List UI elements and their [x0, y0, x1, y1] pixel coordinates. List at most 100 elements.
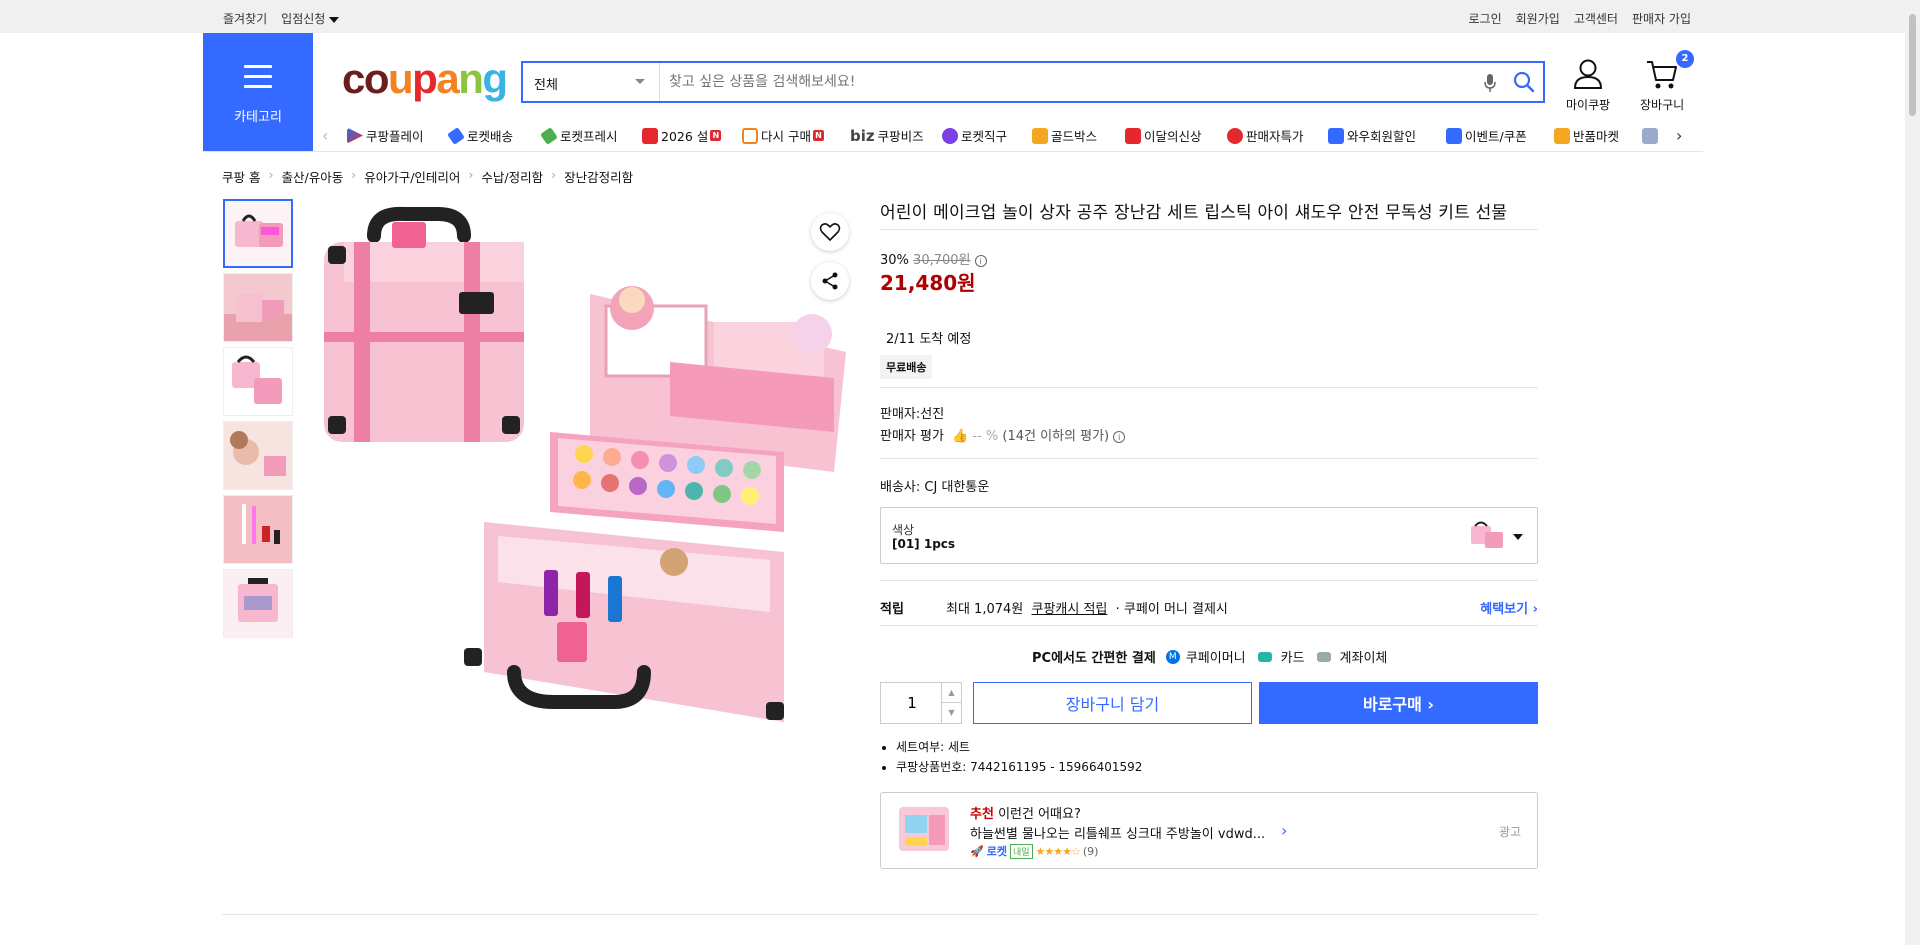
play-icon — [347, 127, 363, 144]
free-shipping-badge: 무료배송 — [880, 355, 933, 379]
info-icon[interactable]: i — [974, 255, 987, 267]
shortcut-label: 이달의신상 — [1144, 129, 1202, 144]
login-link[interactable]: 로그인 — [1469, 10, 1502, 27]
shortcut-rocket-fresh[interactable]: 로켓프레시 — [540, 126, 618, 145]
seller-signup-link[interactable]: 판매자 가입 — [1632, 10, 1691, 27]
breadcrumb: 쿠팡 홈 › 출산/유아동 › 유아가구/인테리어 › 수납/정리함 › 장난감정리함 — [222, 167, 633, 186]
shopping-bag-icon — [1125, 127, 1141, 144]
option-label: 색상 — [892, 523, 915, 537]
reward-condition: · 쿠페이 머니 결제시 — [1115, 602, 1228, 617]
shortcut-event-coupon[interactable]: 이벤트/쿠폰 — [1446, 126, 1527, 145]
search-icon[interactable] — [1513, 71, 1535, 93]
rocket-icon — [447, 126, 465, 145]
shortcut-coupangplay[interactable]: 쿠팡플레이 — [347, 126, 424, 145]
payment-title: PC에서도 간편한 결제 — [1032, 651, 1156, 666]
coupang-logo[interactable]: coupang — [342, 55, 508, 103]
cart-button[interactable]: 2 장바구니 — [1640, 50, 1694, 113]
thumbnail-5[interactable] — [223, 495, 293, 564]
shortcut-coupang-biz[interactable]: biz 쿠팡비즈 — [850, 126, 924, 145]
benefits-label: 혜택보기 — [1480, 602, 1529, 617]
category-menu-button[interactable]: 카테고리 — [203, 33, 313, 151]
benefits-link[interactable]: 혜택보기 › — [1480, 598, 1538, 617]
star-rating: ★★★★☆ — [1035, 844, 1081, 858]
page-scrollbar[interactable] — [1905, 0, 1920, 945]
quantity-decrease-button[interactable]: ▼ — [941, 703, 961, 723]
recommend-product-image — [899, 807, 949, 851]
nav-divider — [203, 151, 1703, 152]
search-category-select[interactable]: 전체 — [523, 63, 660, 101]
globe-rocket-icon — [942, 127, 958, 144]
shortcut-next-icon[interactable]: › — [1676, 126, 1682, 145]
shortcut-rocket-direct[interactable]: 로켓직구 — [942, 126, 1007, 145]
microphone-icon[interactable] — [1483, 73, 1497, 93]
home-icon — [742, 127, 758, 144]
shortcut-rocket-delivery[interactable]: 로켓배송 — [447, 126, 514, 145]
divider — [880, 625, 1538, 626]
bookmark-link[interactable]: 즐겨찾기 — [223, 10, 267, 27]
buy-now-label: 바로구매 — [1362, 695, 1422, 714]
divider — [880, 229, 1538, 230]
thumbnail-3[interactable] — [223, 347, 293, 416]
thumbnail-4[interactable] — [223, 421, 293, 490]
spec-item: 세트여부: 세트 — [896, 738, 1142, 755]
shortcut-seller-deal[interactable]: 판매자특가 — [1227, 126, 1304, 145]
seller-name[interactable]: 선진 — [920, 407, 944, 422]
thumbnail-1[interactable] — [223, 199, 293, 268]
shipper-row: 배송사: CJ 대한통운 — [880, 476, 1538, 495]
thumbnail-list — [223, 199, 293, 643]
breadcrumb-home[interactable]: 쿠팡 홈 — [222, 167, 260, 186]
tomorrow-badge: 내일 — [1009, 843, 1033, 859]
signup-link[interactable]: 회원가입 — [1516, 10, 1560, 27]
card-icon — [1257, 651, 1272, 662]
shortcut-goldbox[interactable]: 골드박스 — [1032, 126, 1097, 145]
shortcut-wow-discount[interactable]: 와우회원할인 — [1328, 126, 1416, 145]
shortcut-label: 로켓배송 — [467, 129, 514, 144]
shortcut-prev-icon[interactable]: ‹ — [322, 126, 328, 145]
heart-icon — [819, 223, 841, 241]
add-to-cart-button[interactable]: 장바구니 담기 — [973, 682, 1252, 724]
recommend-heading-red: 추천 — [970, 807, 994, 822]
chevron-right-icon[interactable]: › — [1281, 821, 1287, 840]
seller-rating-value: -- % — [972, 429, 999, 444]
seller-apply-link[interactable]: 입점신청 — [281, 10, 340, 27]
shortcut-rebuy[interactable]: 다시 구매 N — [742, 126, 824, 145]
quantity-increase-button[interactable]: ▲ — [941, 683, 961, 703]
new-badge: N — [812, 130, 824, 141]
breadcrumb-item[interactable]: 수납/정리함 — [481, 167, 543, 186]
shortcut-lunar-new-year[interactable]: 2026 설N — [642, 126, 722, 145]
breadcrumb-item[interactable]: 출산/유아동 — [281, 167, 343, 186]
quantity-input[interactable] — [881, 683, 943, 723]
wishlist-button[interactable] — [811, 213, 849, 251]
fresh-rocket-icon — [540, 126, 558, 145]
scrollbar-thumb[interactable] — [1909, 14, 1916, 116]
breadcrumb-item[interactable]: 유아가구/인테리어 — [364, 167, 460, 186]
color-option-select[interactable]: 색상 [01] 1pcs — [880, 507, 1538, 564]
coupang-cash-link[interactable]: 쿠팡캐시 적립 — [1032, 602, 1108, 617]
mycoupang-button[interactable]: 마이쿠팡 — [1566, 58, 1610, 113]
new-badge: N — [710, 130, 722, 141]
chevron-right-icon: › — [468, 167, 474, 182]
customer-center-link[interactable]: 고객센터 — [1574, 10, 1618, 27]
recommend-ad-card[interactable]: 추천 이런건 어때요? 하늘썬별 물나오는 리틀쉐프 싱크대 주방놀이 vdwd… — [880, 792, 1538, 869]
more-shortcut-icon — [1642, 128, 1658, 144]
cart-icon — [1647, 61, 1678, 89]
seller-apply-label: 입점신청 — [281, 12, 326, 26]
recommend-heading: 추천 이런건 어때요? — [970, 803, 1081, 822]
reward-text: 최대 1,074원 쿠팡캐시 적립 · 쿠페이 머니 결제시 — [946, 598, 1228, 617]
thumbnail-6[interactable] — [223, 569, 293, 638]
search-input[interactable] — [663, 63, 1463, 101]
shortcut-monthly-new[interactable]: 이달의신상 — [1125, 126, 1202, 145]
buy-now-button[interactable]: 바로구매 › — [1259, 682, 1538, 724]
shortcut-return-market[interactable]: 반품마켓 — [1554, 126, 1619, 145]
chevron-right-icon: › — [268, 167, 274, 182]
divider — [880, 580, 1538, 581]
info-icon[interactable]: i — [1113, 431, 1126, 443]
shortcut-label: 쿠팡플레이 — [366, 129, 424, 144]
cart-count-badge: 2 — [1676, 50, 1694, 68]
quantity-stepper: ▲ ▼ — [880, 682, 962, 724]
share-button[interactable] — [811, 262, 849, 300]
payment-method: 카드 — [1280, 651, 1305, 666]
thumbnail-2[interactable] — [223, 273, 293, 342]
biz-icon: biz — [850, 126, 875, 145]
breadcrumb-item[interactable]: 장난감정리함 — [564, 167, 633, 186]
